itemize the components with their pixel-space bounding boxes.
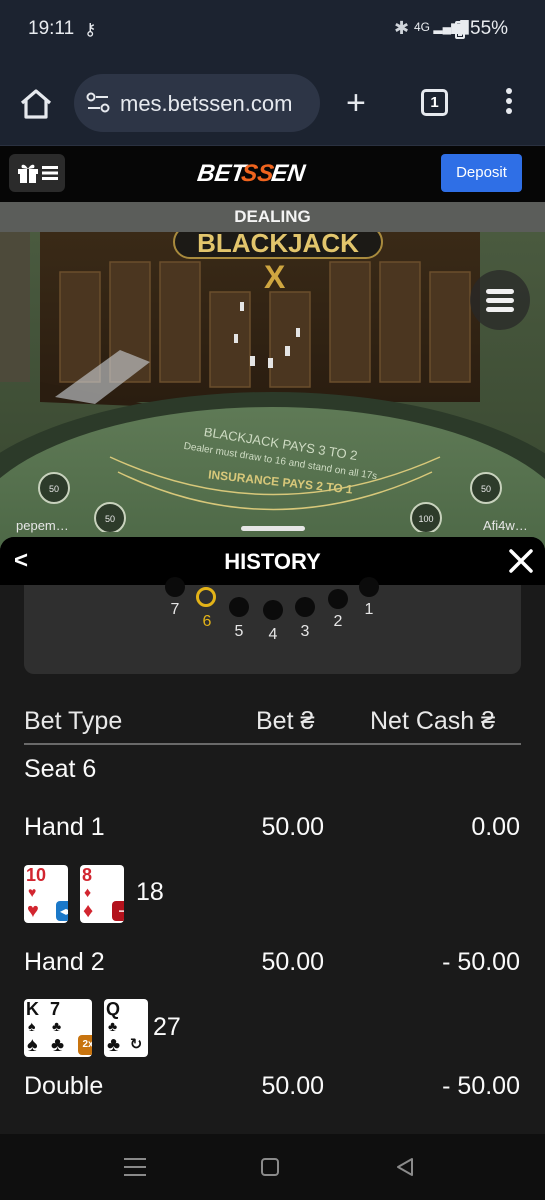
vpn-key-icon: ⚷: [84, 20, 97, 39]
betting-spot-label: 50: [105, 514, 115, 524]
game-menu-button[interactable]: [470, 270, 530, 330]
split-icon: ◂▸: [56, 901, 68, 921]
player-name-right: Afi4w…: [483, 518, 528, 533]
site-settings-icon[interactable]: [86, 92, 110, 114]
betting-spot-label: 50: [481, 484, 491, 494]
playing-card: Q ♣ ♣ ↻: [104, 999, 148, 1057]
more-menu-icon[interactable]: [498, 88, 520, 118]
hit-icon: ↻: [126, 1035, 146, 1055]
card-suit: ♥: [27, 900, 39, 922]
row-type: Double: [24, 1072, 104, 1100]
card-suit: ♦: [83, 900, 94, 922]
tab-switcher-button[interactable]: 1: [421, 89, 448, 116]
betting-spot-label: 100: [418, 514, 433, 524]
betting-spots: 50 50 100 50: [38, 472, 502, 532]
seat-number: 4: [268, 626, 278, 643]
card-rank: Q: [106, 999, 121, 1019]
blackjack-x-logo: BLACKJACK X: [173, 232, 383, 295]
recents-icon[interactable]: [124, 1158, 146, 1176]
card-suit: ♣: [52, 1018, 62, 1034]
card-suit: ♠: [28, 1018, 36, 1034]
row-bet: 50.00: [261, 813, 324, 841]
betting-spot-label: 50: [49, 484, 59, 494]
site-header: BET SS EN Deposit: [0, 146, 545, 202]
seat-dot-4[interactable]: [263, 600, 283, 620]
history-header: < HISTORY: [0, 537, 545, 585]
row-net-cash: - 50.00: [442, 1072, 520, 1100]
seat-number: 7: [170, 601, 180, 618]
card-suit: ♠: [27, 1034, 38, 1056]
battery-icon: [455, 21, 465, 39]
hamburger-icon: [42, 166, 58, 180]
home-icon[interactable]: [18, 86, 54, 122]
stand-icon: −: [112, 901, 124, 921]
playing-card: 8 ♦ ♦ −: [80, 865, 124, 923]
row-net-cash: - 50.00: [442, 948, 520, 976]
seat-number: 3: [300, 623, 310, 640]
game-title-mark: X: [264, 259, 286, 295]
playing-card: 7 ♣ ♣ 2x: [48, 999, 92, 1057]
playing-card: 10 ♥ ♥ ◂▸: [24, 865, 68, 923]
col-header-bet-type: Bet Type: [24, 707, 123, 735]
deposit-button[interactable]: Deposit: [441, 154, 522, 192]
row-bet: 50.00: [261, 1072, 324, 1100]
clock: 19:11: [28, 18, 75, 39]
card-rank: 10: [26, 865, 47, 885]
col-header-net-cash: Net Cash ₴: [370, 707, 496, 735]
network-type: 4G: [414, 20, 431, 34]
card-suit: ♦: [84, 884, 92, 900]
header-divider: [24, 743, 521, 745]
seat-dot-2[interactable]: [328, 589, 348, 609]
row-type: Hand 2: [24, 948, 105, 976]
game-title: BLACKJACK: [197, 232, 359, 258]
row-net-cash: 0.00: [471, 813, 520, 841]
promo-menu-button[interactable]: [9, 154, 65, 192]
card-suit: ♣: [51, 1034, 65, 1056]
card-rank: 7: [50, 999, 61, 1019]
seat-dot-5[interactable]: [229, 597, 249, 617]
new-tab-icon[interactable]: +: [346, 86, 366, 120]
status-bar: 19:11 ⚷ ✱ 4G ▂▄▆█ 55%: [0, 0, 545, 60]
seat-number-selected: 6: [202, 613, 212, 630]
system-nav-bar: [0, 1134, 545, 1200]
game-status-bar: DEALING: [0, 202, 545, 232]
seat-label: Seat 6: [24, 755, 97, 783]
hamburger-icon: [486, 289, 514, 312]
hand-total: 27: [153, 1013, 181, 1041]
seat-dot-1[interactable]: [359, 577, 379, 597]
card-rank: 8: [82, 865, 93, 885]
close-icon[interactable]: [508, 548, 534, 574]
history-panel: < HISTORY 7 6 5 4 3 2 1 Bet Type Bet ₴ N…: [0, 537, 545, 1134]
seat-dot-6[interactable]: [196, 587, 216, 607]
sheet-drag-handle[interactable]: [241, 526, 305, 531]
svg-text:EN: EN: [270, 160, 308, 187]
battery-percent: 55%: [470, 18, 509, 39]
player-name-left: pepem…: [16, 518, 69, 533]
history-title: HISTORY: [224, 549, 321, 574]
seat-dot-7[interactable]: [165, 577, 185, 597]
seat-number: 5: [234, 623, 244, 640]
col-header-bet: Bet ₴: [256, 707, 315, 735]
seat-number: 1: [364, 601, 374, 618]
bluetooth-icon: ✱: [394, 18, 410, 38]
row-type: Hand 1: [24, 813, 105, 841]
hand-total: 18: [136, 878, 164, 906]
seat-selector: 7 6 5 4 3 2 1: [24, 577, 521, 674]
betssen-logo[interactable]: BET SS EN: [196, 156, 316, 190]
seat-number: 2: [333, 613, 343, 630]
card-rank: K: [26, 999, 39, 1019]
card-suit: ♥: [28, 884, 37, 900]
browser-toolbar: mes.betssen.com + 1: [0, 60, 545, 146]
double-icon: 2x: [78, 1035, 92, 1055]
card-suit: ♣: [108, 1018, 118, 1034]
seat-dot-3[interactable]: [295, 597, 315, 617]
live-table-video[interactable]: BLACKJACK X BLACKJACK PAYS 3 TO 2 Dealer…: [0, 232, 545, 552]
home-nav-icon[interactable]: [261, 1158, 279, 1176]
url-text[interactable]: mes.betssen.com: [120, 91, 292, 117]
card-suit: ♣: [107, 1034, 121, 1056]
address-bar[interactable]: mes.betssen.com: [74, 74, 320, 132]
back-icon[interactable]: [394, 1156, 416, 1178]
row-bet: 50.00: [261, 948, 324, 976]
gift-icon: [18, 164, 38, 183]
